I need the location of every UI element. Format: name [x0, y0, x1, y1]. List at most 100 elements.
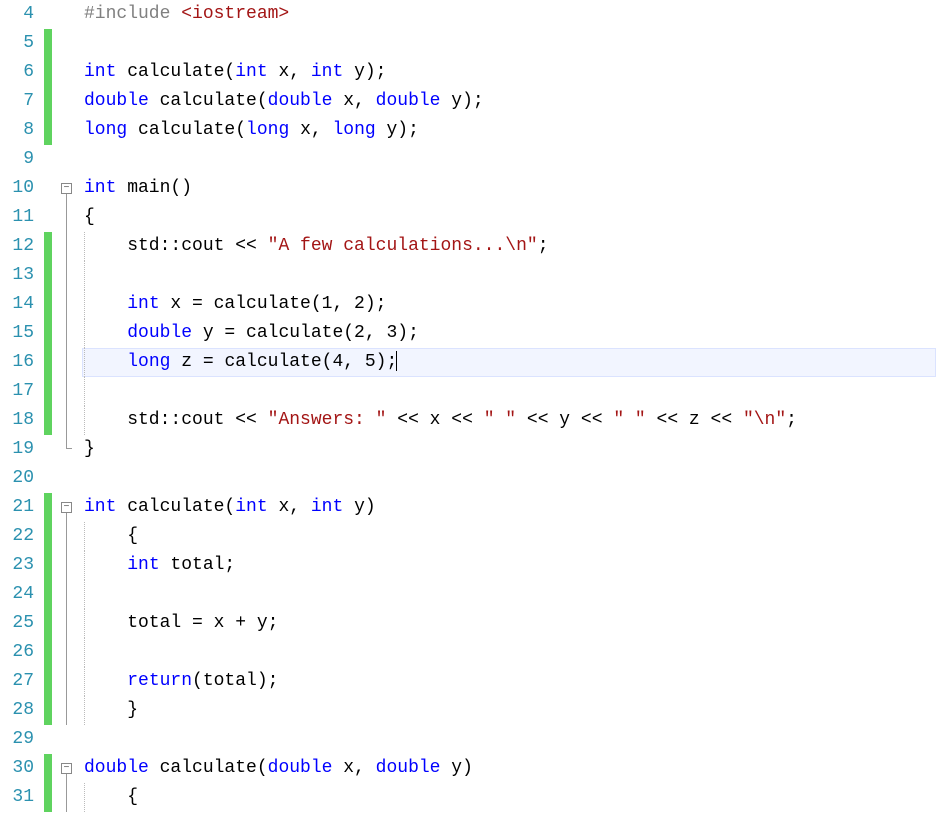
code-text[interactable] — [82, 638, 936, 667]
code-text[interactable]: double y = calculate(2, 3); — [82, 319, 936, 348]
token: " " — [484, 410, 516, 430]
code-line[interactable]: 29 — [0, 725, 936, 754]
code-text[interactable]: long z = calculate(4, 5); — [82, 348, 936, 377]
code-line[interactable]: 15 double y = calculate(2, 3); — [0, 319, 936, 348]
change-marker — [44, 232, 52, 261]
code-text[interactable] — [82, 725, 936, 754]
code-text[interactable]: std::cout << "A few calculations...\n"; — [82, 232, 936, 261]
code-text[interactable]: total = x + y; — [82, 609, 936, 638]
token: int — [127, 294, 159, 314]
line-number: 15 — [0, 319, 44, 348]
change-marker — [44, 725, 52, 754]
code-line[interactable]: 25 total = x + y; — [0, 609, 936, 638]
code-line[interactable]: 6 int calculate(int x, int y); — [0, 58, 936, 87]
code-line[interactable]: 13 — [0, 261, 936, 290]
line-number: 18 — [0, 406, 44, 435]
indent-guide — [84, 638, 85, 667]
code-line[interactable]: 28 } — [0, 696, 936, 725]
change-marker — [44, 638, 52, 667]
code-line[interactable]: 11 { — [0, 203, 936, 232]
code-line[interactable]: 10−int main() — [0, 174, 936, 203]
code-line[interactable]: 27 return(total); — [0, 667, 936, 696]
code-line[interactable]: 26 — [0, 638, 936, 667]
fold-gutter — [52, 667, 82, 696]
fold-gutter[interactable]: − — [52, 493, 82, 522]
fold-gutter[interactable]: − — [52, 174, 82, 203]
code-text[interactable] — [82, 580, 936, 609]
code-line[interactable]: 8long calculate(long x, long y); — [0, 116, 936, 145]
code-line[interactable]: 22 { — [0, 522, 936, 551]
fold-gutter — [52, 232, 82, 261]
code-text[interactable]: { — [82, 203, 936, 232]
code-text[interactable] — [82, 261, 936, 290]
token: x, — [289, 120, 332, 140]
code-line[interactable]: 18 std::cout << "Answers: " << x << " " … — [0, 406, 936, 435]
code-text[interactable]: int total; — [82, 551, 936, 580]
code-line[interactable]: 7double calculate(double x, double y); — [0, 87, 936, 116]
code-line[interactable]: 4#include <iostream> — [0, 0, 936, 29]
code-text[interactable] — [82, 145, 936, 174]
code-line[interactable]: 16 long z = calculate(4, 5); — [0, 348, 936, 377]
fold-gutter — [52, 783, 82, 812]
fold-gutter — [52, 551, 82, 580]
change-marker — [44, 377, 52, 406]
code-line[interactable]: 23 int total; — [0, 551, 936, 580]
code-line[interactable]: 30−double calculate(double x, double y) — [0, 754, 936, 783]
code-editor[interactable]: 4#include <iostream>56int calculate(int … — [0, 0, 936, 812]
fold-gutter — [52, 261, 82, 290]
code-text[interactable]: double calculate(double x, double y) — [82, 754, 936, 783]
code-line[interactable]: 9 — [0, 145, 936, 174]
code-line[interactable]: 14 int x = calculate(1, 2); — [0, 290, 936, 319]
token: "A few calculations...\n" — [268, 236, 538, 256]
code-line[interactable]: 19} — [0, 435, 936, 464]
fold-gutter[interactable]: − — [52, 754, 82, 783]
token: #include — [84, 4, 181, 24]
code-text[interactable]: int x = calculate(1, 2); — [82, 290, 936, 319]
code-text[interactable] — [82, 377, 936, 406]
code-line[interactable]: 20 — [0, 464, 936, 493]
token: double — [376, 91, 441, 111]
collapse-icon[interactable]: − — [61, 183, 72, 194]
code-line[interactable]: 17 — [0, 377, 936, 406]
token: { — [127, 787, 138, 807]
fold-gutter — [52, 87, 82, 116]
token: long — [84, 120, 127, 140]
line-number: 9 — [0, 145, 44, 174]
collapse-icon[interactable]: − — [61, 502, 72, 513]
collapse-icon[interactable]: − — [61, 763, 72, 774]
code-text[interactable]: #include <iostream> — [82, 0, 936, 29]
fold-gutter — [52, 464, 82, 493]
change-marker — [44, 116, 52, 145]
token: int — [235, 62, 267, 82]
code-line[interactable]: 24 — [0, 580, 936, 609]
code-text[interactable]: double calculate(double x, double y); — [82, 87, 936, 116]
code-text[interactable]: long calculate(long x, long y); — [82, 116, 936, 145]
code-text[interactable]: { — [82, 522, 936, 551]
change-marker — [44, 464, 52, 493]
fold-gutter — [52, 638, 82, 667]
code-text[interactable]: int calculate(int x, int y) — [82, 493, 936, 522]
line-number: 11 — [0, 203, 44, 232]
code-text[interactable] — [82, 29, 936, 58]
fold-gutter — [52, 145, 82, 174]
change-marker — [44, 87, 52, 116]
token: std::cout << — [84, 236, 268, 256]
code-text[interactable]: return(total); — [82, 667, 936, 696]
code-text[interactable] — [82, 464, 936, 493]
token: total; — [160, 555, 236, 575]
code-line[interactable]: 5 — [0, 29, 936, 58]
token: calculate( — [149, 91, 268, 111]
code-text[interactable]: std::cout << "Answers: " << x << " " << … — [82, 406, 936, 435]
code-text[interactable]: } — [82, 435, 936, 464]
code-line[interactable]: 31 { — [0, 783, 936, 812]
code-text[interactable]: { — [82, 783, 936, 812]
code-line[interactable]: 21−int calculate(int x, int y) — [0, 493, 936, 522]
code-text[interactable]: int main() — [82, 174, 936, 203]
code-text[interactable]: int calculate(int x, int y); — [82, 58, 936, 87]
token: } — [127, 700, 138, 720]
code-line[interactable]: 12 std::cout << "A few calculations...\n… — [0, 232, 936, 261]
change-marker — [44, 551, 52, 580]
line-number: 7 — [0, 87, 44, 116]
code-text[interactable]: } — [82, 696, 936, 725]
line-number: 6 — [0, 58, 44, 87]
